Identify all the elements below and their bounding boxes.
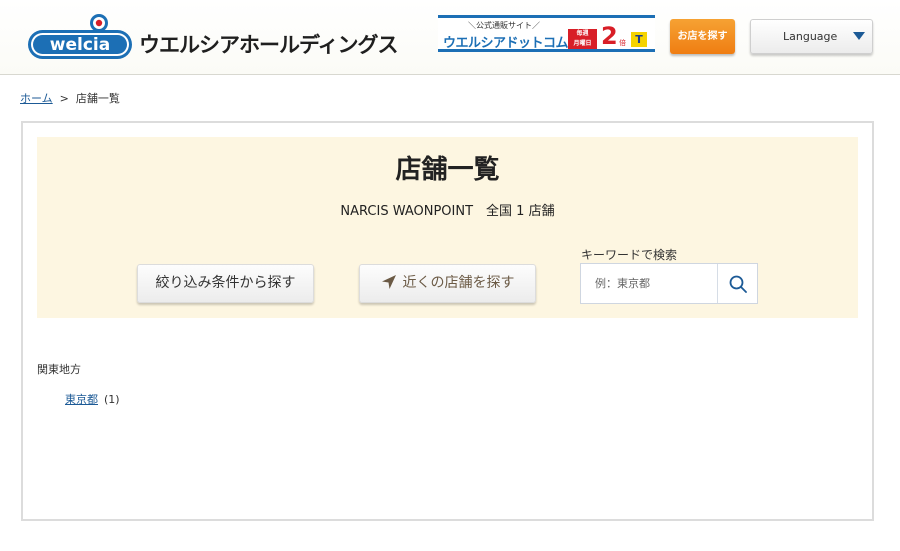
svg-text:welcia: welcia — [50, 35, 110, 55]
banner-multiplier-suffix: 倍 — [619, 39, 626, 47]
language-dropdown[interactable]: Language — [750, 19, 873, 54]
keyword-search-box — [580, 263, 758, 304]
search-button[interactable] — [718, 264, 757, 303]
search-panel: 店舗一覧 NARCIS WAONPOINT 全国 1 店舗 絞り込み条件から探す… — [37, 137, 858, 318]
page-title: 店舗一覧 — [395, 155, 500, 185]
breadcrumb-home-link[interactable]: ホーム — [20, 92, 53, 105]
prefecture-store-count: (1) — [104, 393, 120, 406]
welcia-logo[interactable]: welcia — [27, 13, 133, 65]
online-shop-banner[interactable]: ＼公式通販サイト／ ウエルシアドットコム 毎週 月曜日 2 倍 T — [438, 15, 655, 52]
corporate-name: ウエルシアホールディングス — [139, 33, 399, 57]
filter-search-button[interactable]: 絞り込み条件から探す — [137, 264, 314, 303]
keyword-search-label: キーワードで検索 — [581, 248, 678, 262]
site-header: welcia ウエルシアホールディングス ＼公式通販サイト／ ウエルシアドットコ… — [0, 0, 900, 75]
nearby-stores-button[interactable]: 近くの店舗を探す — [359, 264, 536, 303]
keyword-search-input[interactable] — [581, 264, 717, 303]
caret-down-icon — [853, 32, 865, 40]
prefecture-item: 東京都 (1) — [65, 391, 120, 407]
find-store-button[interactable]: お店を探す — [670, 19, 735, 54]
t-point-icon: T — [631, 32, 647, 47]
banner-top-text: ＼公式通販サイト／ — [468, 21, 540, 30]
breadcrumb-current: 店舗一覧 — [75, 92, 120, 105]
breadcrumb: ホーム > 店舗一覧 — [20, 90, 120, 106]
prefecture-link-tokyo[interactable]: 東京都 — [65, 393, 98, 406]
location-arrow-icon — [381, 274, 396, 289]
language-label: Language — [783, 30, 838, 43]
banner-day-tag: 毎週 月曜日 — [568, 29, 597, 49]
banner-main-text: ウエルシアドットコム — [443, 36, 569, 51]
region-heading: 関東地方 — [37, 363, 81, 376]
search-icon — [729, 275, 747, 293]
store-count-subtitle: NARCIS WAONPOINT 全国 1 店舗 — [340, 204, 555, 219]
nearby-stores-label: 近くの店舗を探す — [402, 275, 515, 291]
breadcrumb-separator: > — [59, 92, 69, 105]
banner-multiplier: 2 — [601, 22, 618, 50]
store-list-container: 店舗一覧 NARCIS WAONPOINT 全国 1 店舗 絞り込み条件から探す… — [21, 121, 874, 521]
